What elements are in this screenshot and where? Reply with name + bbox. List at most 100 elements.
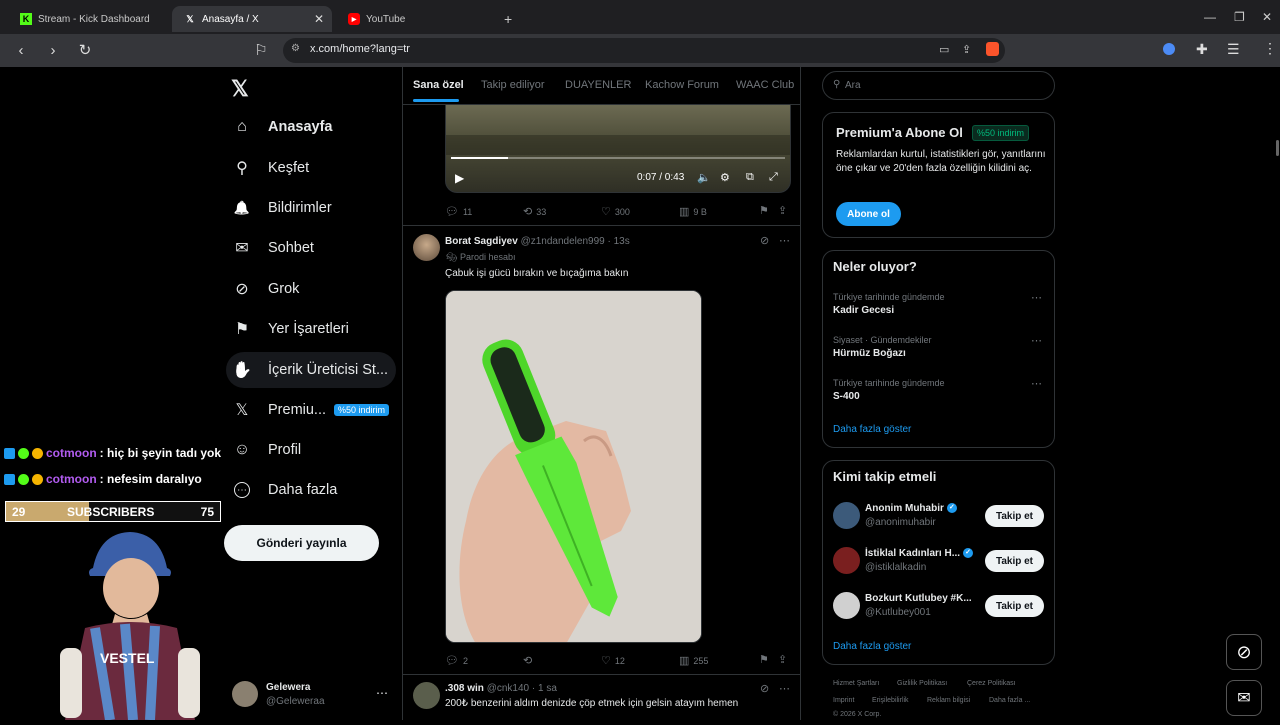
trend-name[interactable]: Hürmüz Boğazı [833,348,906,359]
x-logo-icon[interactable]: 𝕏 [231,76,249,102]
more-icon[interactable]: ⋯ [1031,291,1042,304]
like-button[interactable]: ♡ 12 [601,654,625,667]
share-tweet-button[interactable]: ⇪ [778,653,791,666]
minimize-icon[interactable]: — [1204,10,1216,24]
nav-home[interactable]: ⌂ Anasayfa [226,109,332,145]
reply-button[interactable]: 💬︎ 11 [445,205,472,218]
show-more-trends-link[interactable]: Daha fazla göster [833,424,911,435]
post-button[interactable]: Gönderi yayınla [224,525,379,561]
trend-name[interactable]: S-400 [833,391,860,402]
grok-icon[interactable]: ⊘ [1226,634,1262,670]
tab-list[interactable]: WAAC Club [736,79,794,91]
nav-bookmarks[interactable]: ⚑ Yer İşaretleri [226,311,349,347]
avatar[interactable] [833,592,860,619]
settings-icon[interactable]: ⚙ [720,171,730,184]
suggestion-name[interactable]: Bozkurt Kutlubey #K... [865,593,972,604]
tab-for-you[interactable]: Sana özel [413,79,464,91]
nav-grok[interactable]: ⊘ Grok [226,271,299,307]
brave-shield-icon[interactable] [986,42,999,56]
tweet-image[interactable] [445,290,702,643]
reload-icon[interactable]: ↻ [75,40,95,60]
extension-icon[interactable] [1163,43,1175,55]
show-more-suggestions-link[interactable]: Daha fazla göster [833,641,911,652]
site-settings-icon[interactable]: ⚙ [291,43,300,54]
nav-more[interactable]: ⋯ Daha fazla [226,472,337,508]
tab-list[interactable]: DUAYENLER [565,79,631,91]
footer-link[interactable]: Erişilebilirlik [872,697,909,704]
trend-name[interactable]: Kadir Gecesi [833,305,894,316]
share-tweet-button[interactable]: ⇪ [778,204,791,217]
suggestion-name[interactable]: İstiklal Kadınları H... ✓ [865,548,974,559]
close-tab-icon[interactable]: ✕ [314,12,324,26]
footer-link[interactable]: Imprint [833,697,854,704]
avatar[interactable] [232,681,258,707]
avatar[interactable] [833,502,860,529]
more-icon[interactable]: ⋯ [1031,334,1042,347]
grok-icon[interactable]: ⊘ [760,234,769,247]
follow-button[interactable]: Takip et [985,595,1044,617]
share-icon[interactable]: ⇪ [962,43,971,56]
footer-link[interactable]: Hizmet Şartları [833,680,879,687]
author-handle[interactable]: @z1ndandelen999 [521,236,605,247]
tweet-time[interactable]: · 1 sa [532,683,557,694]
like-button[interactable]: ♡ 300 [601,205,630,218]
nav-notifications[interactable]: 🔔 Bildirimler [226,190,332,226]
footer-link[interactable]: Daha fazla ... [989,697,1030,704]
footer-link[interactable]: Çerez Politikası [967,680,1016,687]
follow-button[interactable]: Takip et [985,505,1044,527]
author-handle[interactable]: @cnk140 [487,683,529,694]
pip-icon[interactable]: ⧉ [746,171,754,184]
back-icon[interactable]: ‹ [11,40,31,60]
playlist-icon[interactable]: ☰ [1227,41,1240,58]
subscribe-button[interactable]: Abone ol [836,202,901,226]
nav-explore[interactable]: ⚲ Keşfet [226,150,309,186]
nav-creator-studio[interactable]: ✋ İçerik Üreticisi St... [226,352,396,388]
footer-link[interactable]: Gizlilik Politikası [897,680,947,687]
volume-icon[interactable]: 🔈 [697,171,711,184]
views-button[interactable]: ▥ 9 B [679,205,707,218]
more-icon[interactable]: ⋯ [779,682,790,695]
puzzle-icon[interactable]: ✚ [1196,41,1208,58]
tab-list[interactable]: Kachow Forum [645,79,719,91]
retweet-button[interactable]: ⟲ 33 [523,205,546,218]
nav-messages[interactable]: ✉ Sohbet [226,230,314,266]
author-name[interactable]: Borat Sagdiyev [445,236,518,247]
grok-icon[interactable]: ⊘ [760,682,769,695]
browser-tab-youtube[interactable]: ▶ YouTube [336,6,496,32]
views-button[interactable]: ▥ 255 [679,654,708,667]
restore-icon[interactable]: ❐ [1234,10,1245,24]
play-icon[interactable]: ▶ [455,171,464,185]
fullscreen-icon[interactable]: ⤢ [769,171,778,184]
tweet-time[interactable]: · 13s [608,236,630,247]
retweet-button[interactable]: ⟲ [523,654,536,667]
author-name[interactable]: .308 win [445,683,484,694]
avatar[interactable] [833,547,860,574]
bookmark-page-icon[interactable]: ⚐ [251,40,271,60]
tab-title: Anasayfa / X [202,13,259,25]
browser-tab-x[interactable]: 𝕏 Anasayfa / X ✕ [172,6,332,32]
footer-link[interactable]: Reklam bilgisi [927,697,970,704]
scrollbar[interactable] [1276,140,1279,156]
nav-premium[interactable]: 𝕏 Premiu... %50 indirim [226,392,390,428]
account-menu-icon[interactable]: ⋯ [376,686,388,700]
reply-button[interactable]: 💬︎ 2 [445,654,468,667]
more-icon[interactable]: ⋯ [1031,377,1042,390]
forward-icon[interactable]: › [43,40,63,60]
bookmark-tweet-button[interactable]: ⚑ [759,204,773,217]
new-tab-button[interactable]: + [504,11,512,27]
menu-icon[interactable]: ⋮ [1263,40,1277,57]
video-player[interactable] [445,105,791,193]
more-icon[interactable]: ⋯ [779,234,790,247]
follow-button[interactable]: Takip et [985,550,1044,572]
bookmark-tweet-button[interactable]: ⚑ [759,653,773,666]
avatar[interactable] [413,682,440,709]
close-window-icon[interactable]: ✕ [1262,10,1272,24]
reply-count: 2 [462,655,468,666]
tab-following[interactable]: Takip ediliyor [481,79,545,91]
nav-profile[interactable]: ☺ Profil [226,432,301,468]
messages-icon[interactable]: ✉ [1226,680,1262,716]
avatar[interactable] [413,234,440,261]
browser-tab-kick[interactable]: K Stream - Kick Dashboard [8,6,168,32]
cast-icon[interactable]: ▭ [939,43,949,56]
suggestion-name[interactable]: Anonim Muhabir ✓ [865,503,957,514]
